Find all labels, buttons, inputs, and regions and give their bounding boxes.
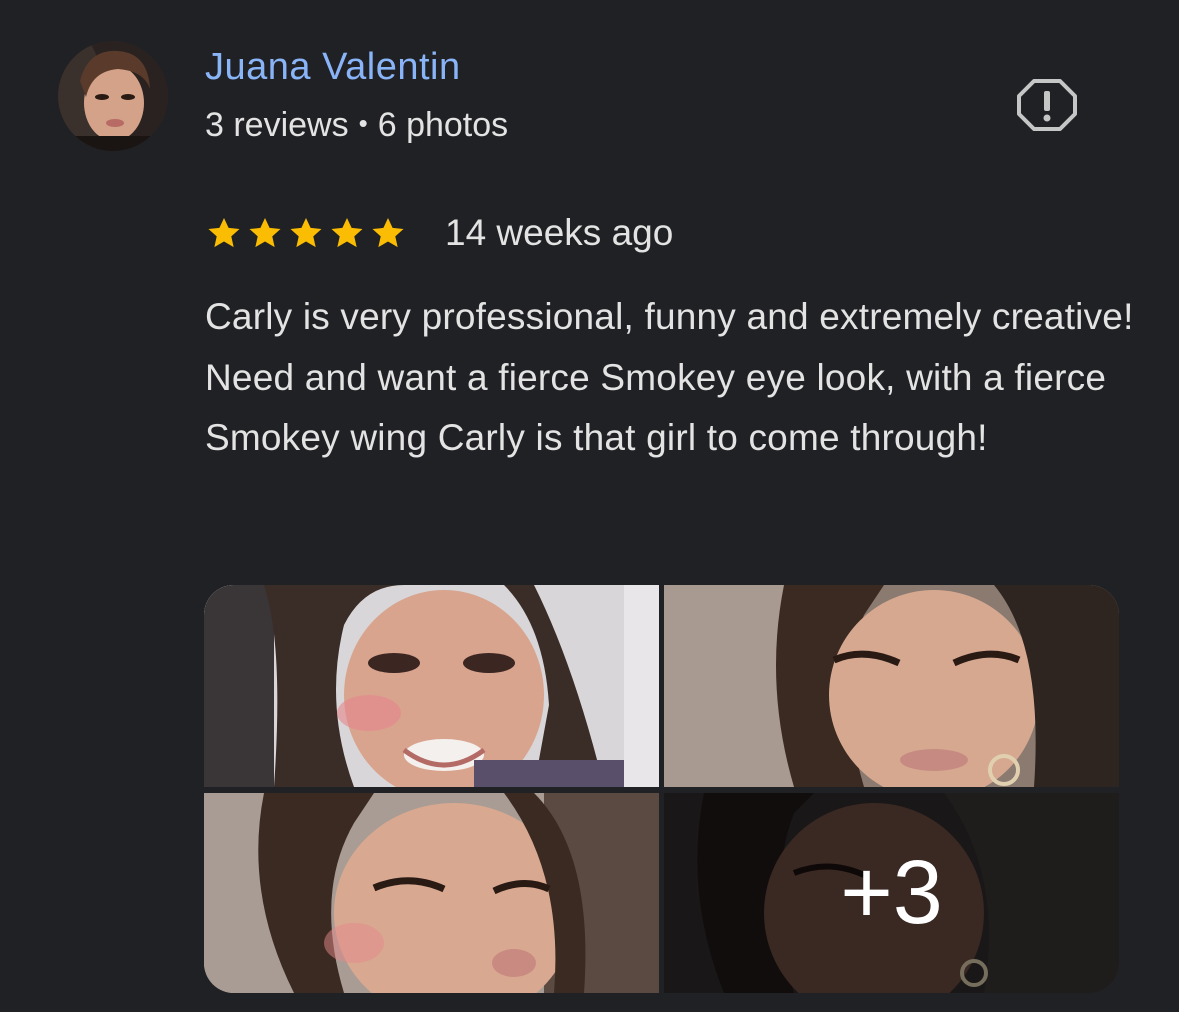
report-button[interactable]	[1016, 78, 1078, 132]
report-flag-icon	[1017, 79, 1077, 131]
star-icon	[205, 214, 243, 252]
photo-3-image	[204, 793, 659, 993]
reviews-count: 3 reviews	[205, 106, 349, 144]
more-photos-count: +3	[840, 842, 943, 943]
author-name[interactable]: Juana Valentin	[205, 46, 461, 89]
author-meta: 3 reviews • 6 photos	[205, 106, 508, 145]
photo-1-image	[204, 585, 659, 787]
review-photo-1[interactable]	[204, 585, 659, 787]
meta-separator: •	[358, 108, 368, 138]
photo-grid: +3	[204, 585, 1119, 993]
review-text: Carly is very professional, funny and ex…	[205, 296, 1134, 458]
star-icon	[369, 214, 407, 252]
star-icon	[287, 214, 325, 252]
review-card: Juana Valentin 3 reviews • 6 photos 14 wee…	[0, 0, 1179, 1012]
review-photo-4[interactable]: +3	[664, 793, 1119, 993]
star-rating	[205, 214, 407, 252]
photos-count: 6 photos	[377, 106, 509, 144]
photo-2-image	[664, 585, 1119, 787]
rating-row: 14 weeks ago	[205, 208, 673, 258]
avatar[interactable]	[58, 41, 168, 151]
review-photo-3[interactable]	[204, 793, 659, 993]
review-photo-2[interactable]	[664, 585, 1119, 787]
star-icon	[246, 214, 284, 252]
more-photos-overlay[interactable]: +3	[664, 793, 1119, 993]
avatar-image	[58, 41, 168, 151]
review-time: 14 weeks ago	[445, 212, 674, 253]
star-icon	[328, 214, 366, 252]
